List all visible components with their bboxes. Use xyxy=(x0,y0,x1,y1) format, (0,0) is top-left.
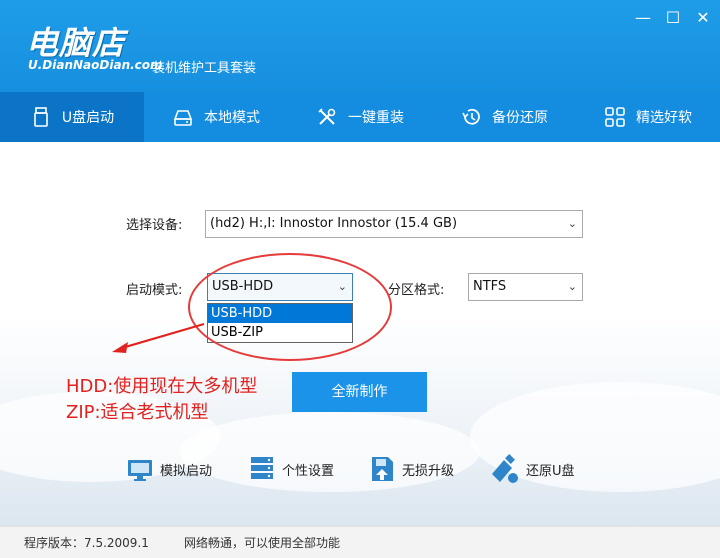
partition-format-select[interactable]: NTFS ⌄ xyxy=(468,273,583,301)
device-label: 选择设备: xyxy=(126,218,183,233)
monitor-icon xyxy=(128,460,152,481)
device-select[interactable]: (hd2) H:,I: Innostor Innostor (15.4 GB) … xyxy=(205,210,583,238)
tool-label: 无损升级 xyxy=(402,463,455,479)
status-bar: 程序版本：7.5.2009.1 网络畅通，可以使用全部功能 xyxy=(0,526,720,558)
partition-format-label: 分区格式: xyxy=(388,283,445,298)
annotation-arrow xyxy=(112,322,205,353)
minimize-button[interactable]: — xyxy=(633,8,653,28)
tool-label: 个性设置 xyxy=(282,463,335,479)
tab-label: 精选好软 xyxy=(636,110,692,126)
app-header: 电脑店 U.DianNaoDian.com 装机维护工具套装 — ☐ ✕ xyxy=(0,0,720,92)
apps-grid-icon xyxy=(605,107,625,127)
annotation-circle xyxy=(188,253,392,361)
tab-usb-boot[interactable]: U盘启动 xyxy=(0,92,144,142)
partition-format-value: NTFS xyxy=(473,279,507,294)
tab-label: 本地模式 xyxy=(204,110,260,126)
personal-settings-button[interactable]: 个性设置 xyxy=(248,454,334,484)
tab-label: U盘启动 xyxy=(61,110,115,126)
usb-drive-icon xyxy=(34,107,48,127)
tab-label: 备份还原 xyxy=(492,110,548,126)
tool-label: 模拟启动 xyxy=(160,463,213,479)
tab-backup-restore[interactable]: 备份还原 xyxy=(432,92,576,142)
tools-icon xyxy=(318,108,336,125)
version-text: 程序版本：7.5.2009.1 xyxy=(24,536,149,550)
server-settings-icon xyxy=(251,457,273,479)
upgrade-icon xyxy=(372,457,393,481)
restore-usb-button[interactable]: 还原U盘 xyxy=(488,454,575,484)
annotation-zip: ZIP:适合老式机型 xyxy=(66,402,209,423)
chevron-down-icon: ⌄ xyxy=(567,280,577,293)
close-button[interactable]: ✕ xyxy=(693,8,713,28)
network-status-text: 网络畅通，可以使用全部功能 xyxy=(184,536,341,550)
tab-label: 一键重装 xyxy=(348,110,404,126)
app-tagline: 装机维护工具套装 xyxy=(152,61,257,76)
tab-local-mode[interactable]: 本地模式 xyxy=(144,92,288,142)
main-nav: U盘启动 本地模式 一键重装 备份还原 精选好软 xyxy=(0,92,720,142)
simulate-boot-button[interactable]: 模拟启动 xyxy=(126,454,212,484)
annotation-hdd: HDD:使用现在大多机型 xyxy=(66,376,258,397)
hard-disk-icon xyxy=(173,110,193,126)
device-select-value: (hd2) H:,I: Innostor Innostor (15.4 GB) xyxy=(210,216,458,231)
usb-restore-icon xyxy=(492,454,518,483)
tab-selected-software[interactable]: 精选好软 xyxy=(576,92,720,142)
maximize-button[interactable]: ☐ xyxy=(663,8,683,28)
boot-mode-label: 启动模式: xyxy=(126,283,183,298)
app-logo-domain: U.DianNaoDian.com xyxy=(28,58,163,72)
create-new-button[interactable]: 全新制作 xyxy=(292,372,427,412)
tool-label: 还原U盘 xyxy=(526,463,575,479)
chevron-down-icon: ⌄ xyxy=(567,217,577,230)
tab-one-click-reinstall[interactable]: 一键重装 xyxy=(288,92,432,142)
restore-icon xyxy=(462,108,480,125)
lossless-upgrade-button[interactable]: 无损升级 xyxy=(368,454,454,484)
